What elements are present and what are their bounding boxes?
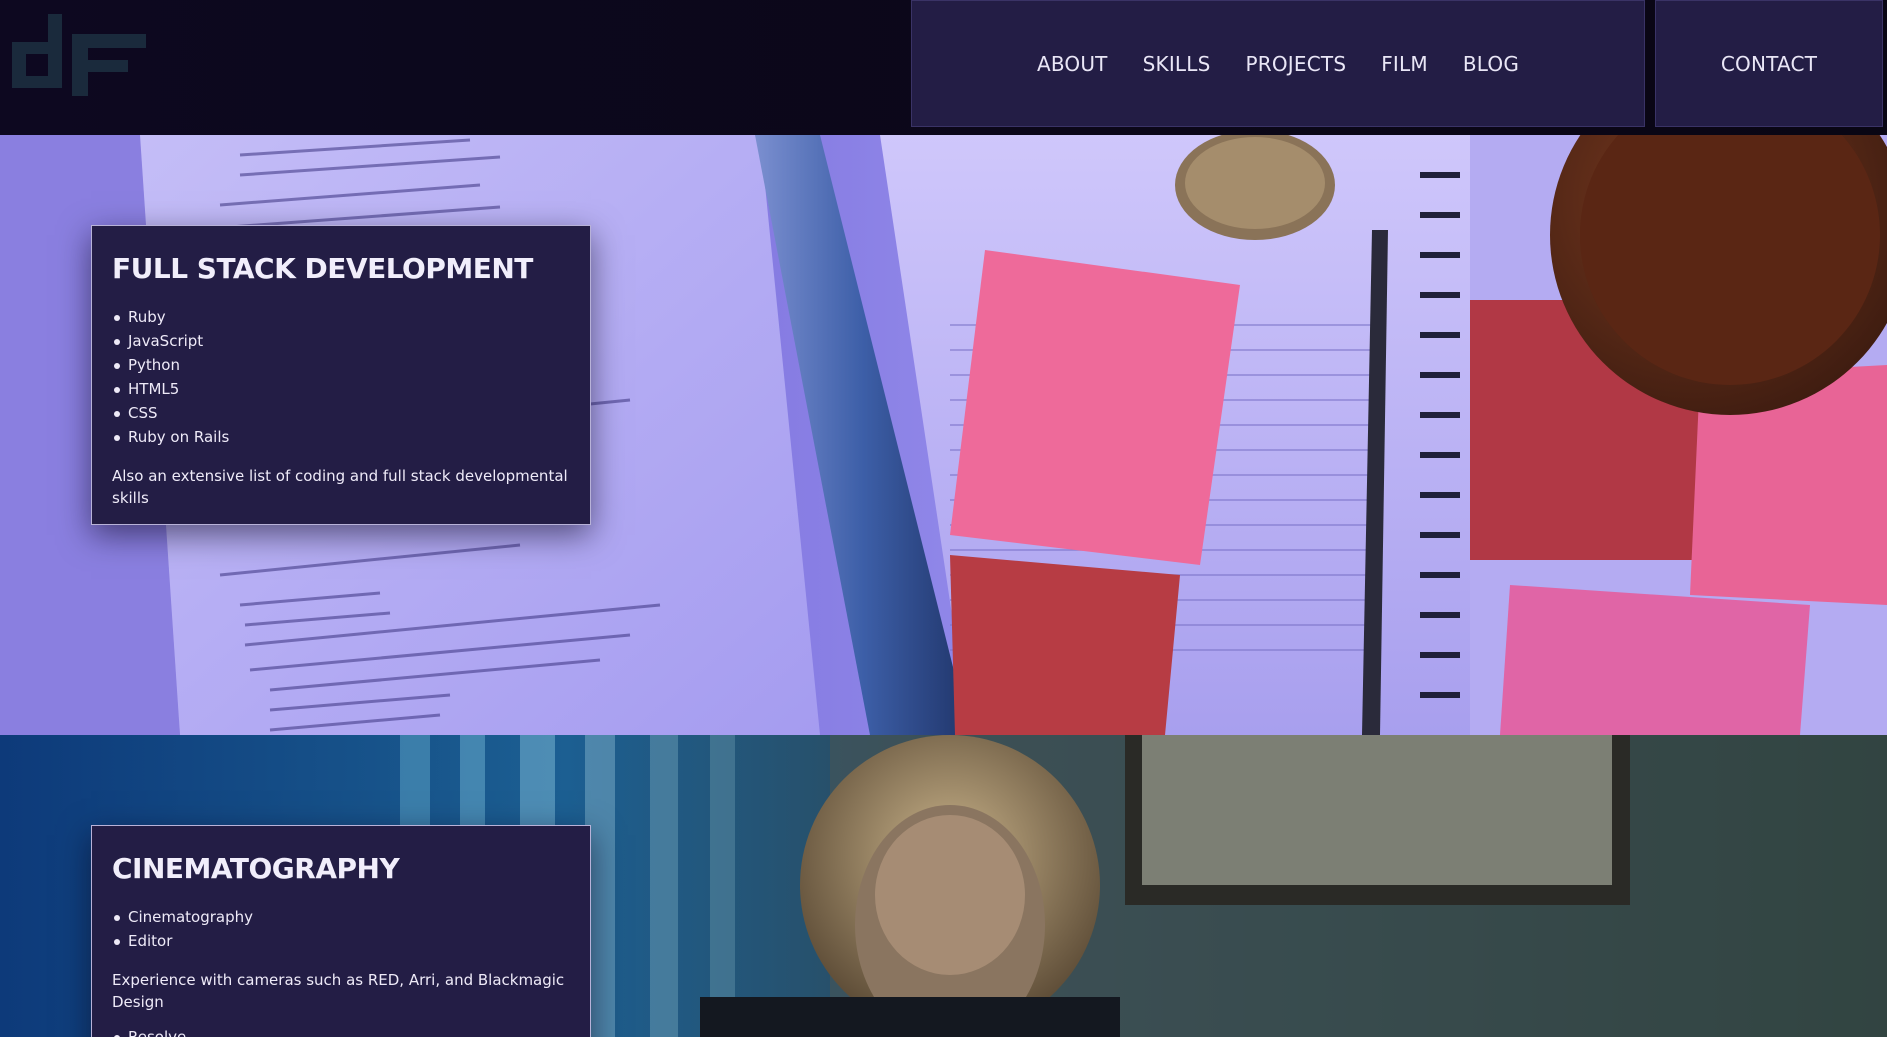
list-item: Editor (114, 929, 570, 953)
nav-projects-link[interactable]: PROJECTS (1246, 52, 1347, 76)
cinematography-section: CINEMATOGRAPHY Cinematography Editor Exp… (0, 735, 1887, 1037)
list-item: Ruby on Rails (114, 425, 570, 449)
list-item: JavaScript (114, 329, 570, 353)
fullstack-title: FULL STACK DEVELOPMENT (112, 252, 533, 285)
cinematography-card: CINEMATOGRAPHY Cinematography Editor Exp… (91, 825, 591, 1037)
nav-film-link[interactable]: FILM (1381, 52, 1428, 76)
cinematography-note: Experience with cameras such as RED, Arr… (112, 971, 565, 1011)
contact-nav: CONTACT (1655, 0, 1883, 127)
fullstack-note: Also an extensive list of coding and ful… (112, 467, 568, 507)
nav-blog-link[interactable]: BLOG (1463, 52, 1519, 76)
fullstack-card: FULL STACK DEVELOPMENT Ruby JavaScript P… (91, 225, 591, 525)
logo[interactable] (8, 14, 148, 106)
nav-skills-link[interactable]: SKILLS (1143, 52, 1211, 76)
list-item: HTML5 (114, 377, 570, 401)
main-nav: ABOUT SKILLS PROJECTS FILM BLOG (911, 0, 1645, 127)
list-item: Ruby (114, 305, 570, 329)
cinematography-tool-list: Resolve (112, 1025, 570, 1037)
fullstack-skill-list: Ruby JavaScript Python HTML5 CSS Ruby on… (112, 305, 570, 449)
nav-about-link[interactable]: ABOUT (1037, 52, 1108, 76)
list-item: Python (114, 353, 570, 377)
list-item: Resolve (114, 1025, 570, 1037)
site-header: ABOUT SKILLS PROJECTS FILM BLOG CONTACT (0, 0, 1887, 135)
list-item: CSS (114, 401, 570, 425)
cinematography-role-list: Cinematography Editor (112, 905, 570, 953)
list-item: Cinematography (114, 905, 570, 929)
nav-contact-link[interactable]: CONTACT (1721, 52, 1817, 76)
fullstack-section: FULL STACK DEVELOPMENT Ruby JavaScript P… (0, 135, 1887, 735)
cinematography-title: CINEMATOGRAPHY (112, 852, 400, 885)
